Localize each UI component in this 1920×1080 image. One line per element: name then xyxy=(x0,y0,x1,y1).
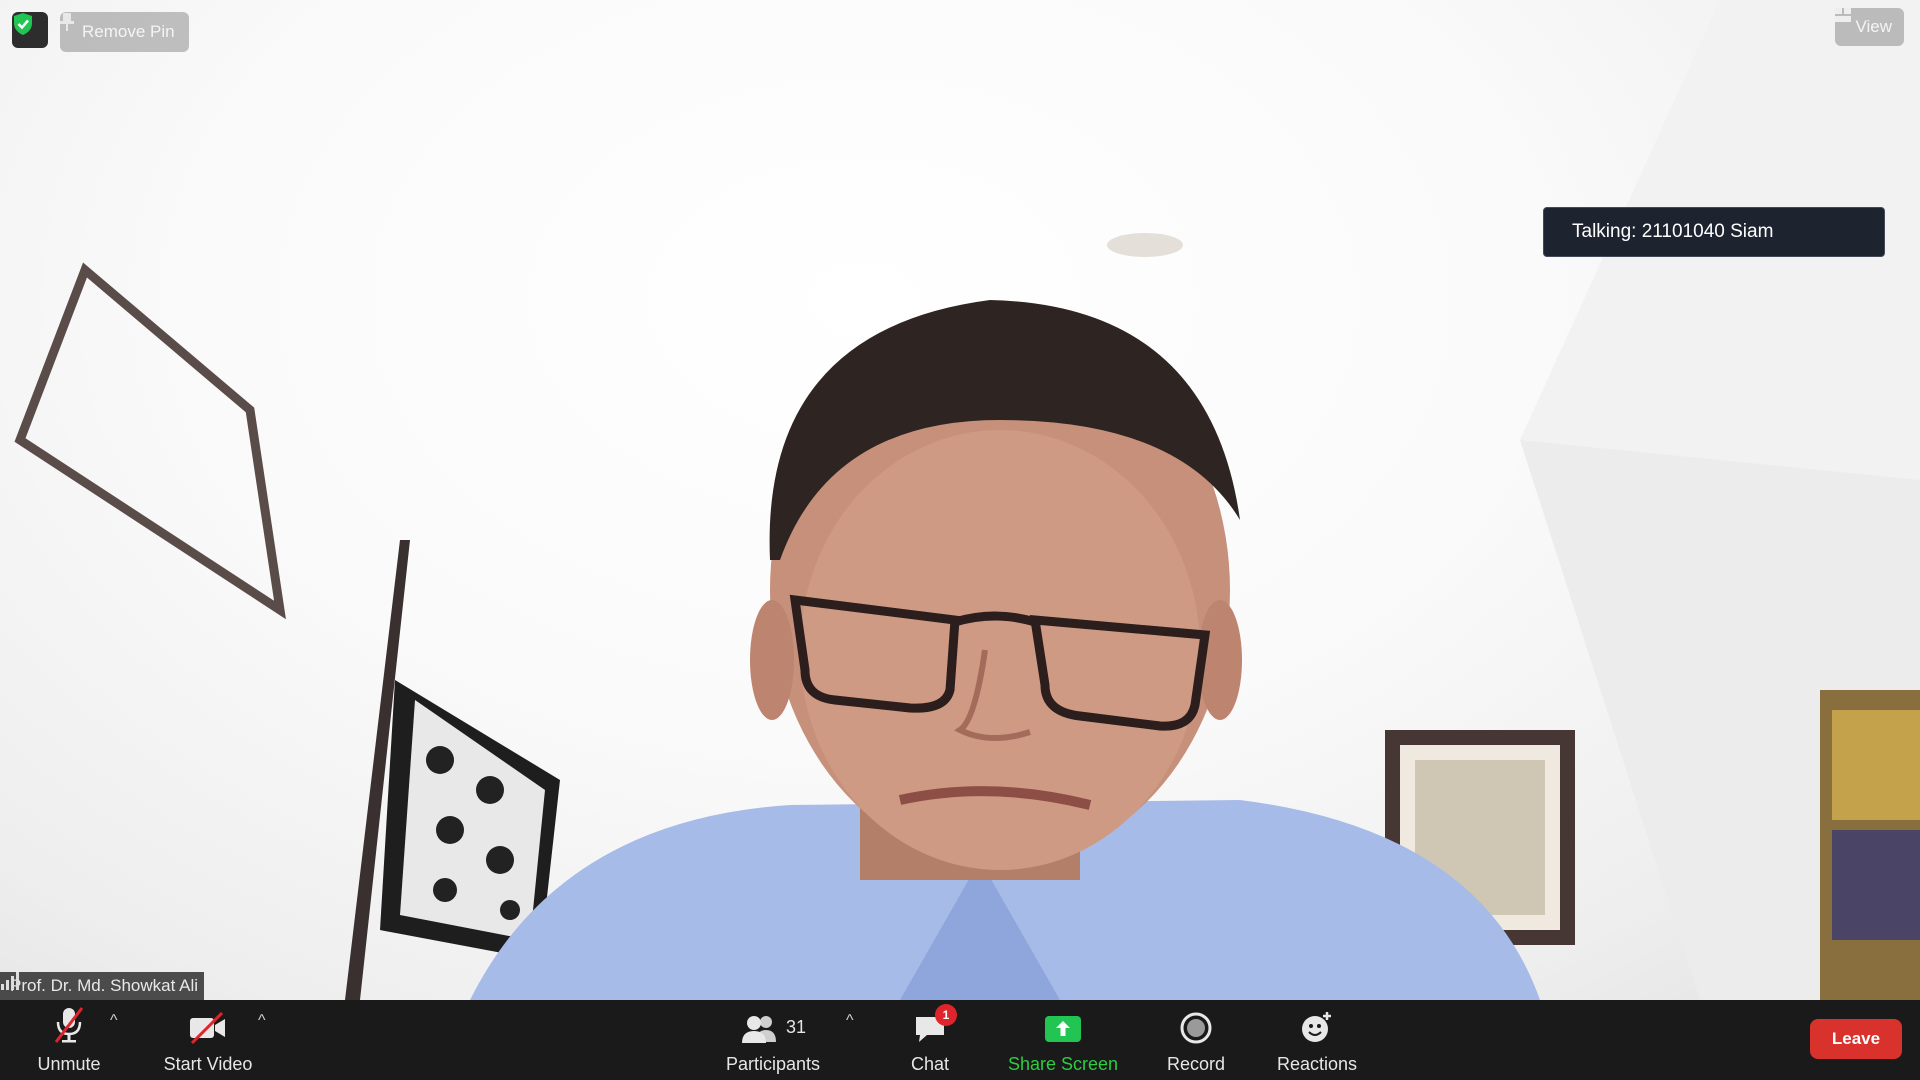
participants-button[interactable]: 31 Participants xyxy=(718,1000,828,1080)
participants-label: Participants xyxy=(725,1054,821,1074)
muted-microphone-icon xyxy=(52,1000,86,1044)
remove-pin-label: Remove Pin xyxy=(82,22,175,41)
view-button[interactable]: View xyxy=(1835,8,1904,46)
unmute-label: Unmute xyxy=(37,1054,101,1074)
audio-options-caret-icon[interactable]: ^ xyxy=(110,1012,118,1030)
participants-options-caret-icon[interactable]: ^ xyxy=(846,1012,854,1030)
security-shield-icon[interactable] xyxy=(12,12,48,48)
meeting-toolbar: Unmute ^ Start Video ^ 31 Participants ^… xyxy=(0,1000,1920,1080)
video-off-icon xyxy=(188,1000,228,1044)
participant-name: Prof. Dr. Md. Showkat Ali xyxy=(10,976,199,995)
start-video-button[interactable]: Start Video xyxy=(158,1000,258,1080)
share-screen-button[interactable]: Share Screen xyxy=(1000,1000,1126,1080)
chat-label: Chat xyxy=(910,1054,950,1074)
chat-button[interactable]: 1 Chat xyxy=(900,1000,960,1080)
chat-unread-badge: 1 xyxy=(935,1004,957,1026)
participants-icon xyxy=(741,1016,776,1043)
participants-count: 31 xyxy=(785,1017,807,1037)
record-label: Record xyxy=(1166,1054,1226,1074)
view-label: View xyxy=(1855,17,1892,36)
chat-icon-wrap: 1 xyxy=(913,1000,957,1044)
share-screen-label: Share Screen xyxy=(1007,1054,1119,1074)
video-scene xyxy=(14,0,1920,1000)
remove-pin-button[interactable]: Remove Pin xyxy=(60,12,189,52)
participants-icon-group: 31 xyxy=(740,1000,806,1044)
leave-button[interactable]: Leave xyxy=(1810,1019,1902,1059)
record-icon xyxy=(1180,1000,1212,1044)
reactions-smiley-icon xyxy=(1300,1000,1334,1044)
share-screen-icon xyxy=(1045,1000,1081,1044)
participant-name-tag: Prof. Dr. Md. Showkat Ali xyxy=(0,972,205,1000)
unmute-button[interactable]: Unmute xyxy=(28,1000,110,1080)
video-options-caret-icon[interactable]: ^ xyxy=(258,1012,266,1030)
video-feed: Remove Pin View Talking: 21101040 Siam P… xyxy=(0,0,1920,1000)
reactions-label: Reactions xyxy=(1276,1054,1358,1074)
start-video-label: Start Video xyxy=(163,1054,253,1074)
reactions-button[interactable]: Reactions xyxy=(1270,1000,1364,1080)
record-button[interactable]: Record xyxy=(1160,1000,1232,1080)
talking-indicator: Talking: 21101040 Siam xyxy=(1543,207,1885,257)
zoom-meeting-window: Remove Pin View Talking: 21101040 Siam P… xyxy=(0,0,1920,1080)
